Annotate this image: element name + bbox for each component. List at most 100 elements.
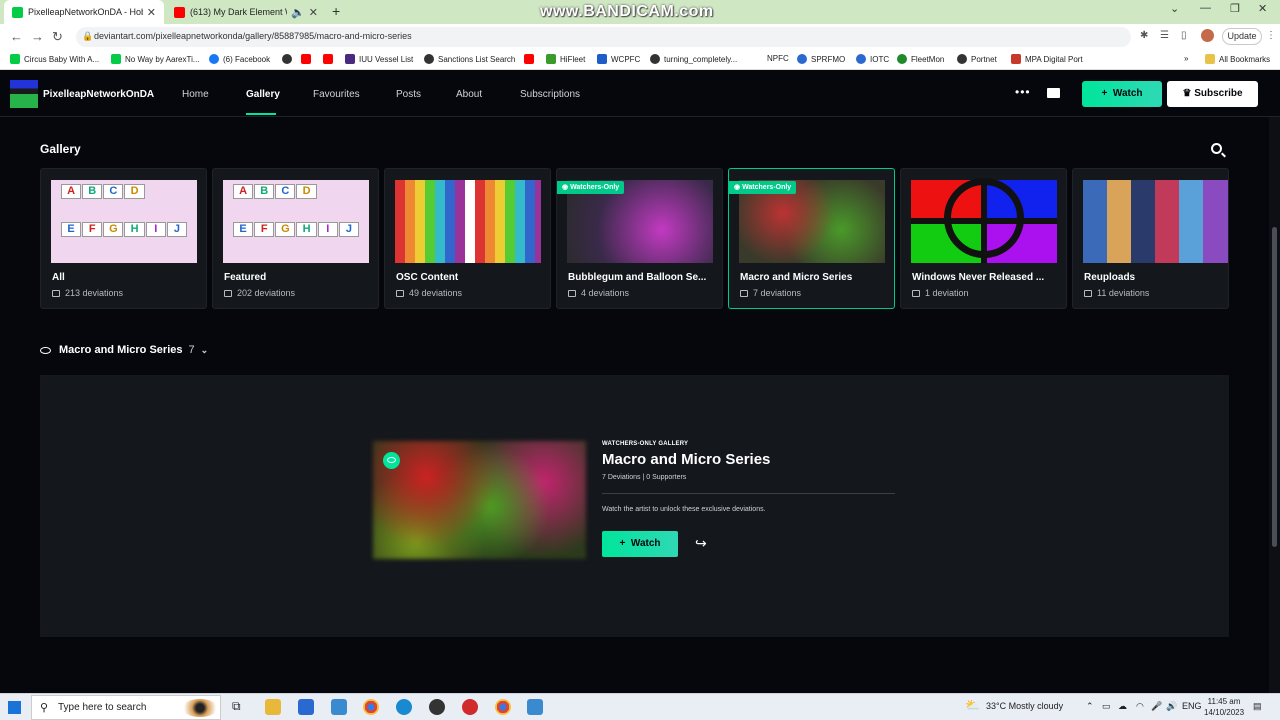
weather-icon[interactable]: ⛅ bbox=[965, 698, 980, 712]
extensions-icon[interactable]: ✱ bbox=[1140, 30, 1148, 41]
bookmarks-overflow-icon[interactable]: » bbox=[1184, 54, 1188, 63]
task-view-icon[interactable]: ⧉ bbox=[232, 699, 248, 715]
user-avatar[interactable] bbox=[10, 80, 38, 108]
chrome-icon[interactable] bbox=[495, 699, 511, 715]
minimize-icon[interactable]: — bbox=[1200, 2, 1211, 14]
watch-unlock-button[interactable]: + Watch bbox=[602, 531, 678, 557]
bookmarks-bar: Circus Baby With A... No Way by AarexTi.… bbox=[0, 50, 1280, 70]
file-explorer-icon[interactable] bbox=[265, 699, 281, 715]
bookmark[interactable] bbox=[282, 54, 296, 64]
tab-deviantart[interactable]: PixelleapNetworkOnDA - Hobby ✕ bbox=[4, 0, 164, 24]
folder-name: All bbox=[52, 272, 65, 283]
store-icon[interactable] bbox=[298, 699, 314, 715]
tab-close-icon[interactable]: ✕ bbox=[147, 6, 156, 19]
page-scrollbar[interactable] bbox=[1269, 117, 1280, 693]
folder-card-bubblegum[interactable]: ◉ Watchers-Only Bubblegum and Balloon Se… bbox=[556, 168, 723, 309]
bookmark[interactable]: IUU Vessel List bbox=[345, 54, 413, 64]
nav-home[interactable]: Home bbox=[182, 89, 209, 100]
clock-time: 11:45 am bbox=[1207, 697, 1241, 706]
folder-card-osc-content[interactable]: OSC Content 49 deviations bbox=[384, 168, 551, 309]
bookmark[interactable]: FleetMon bbox=[897, 54, 944, 64]
folder-name: Macro and Micro Series bbox=[740, 272, 853, 283]
wifi-icon[interactable]: ◠ bbox=[1136, 701, 1144, 712]
app-icon[interactable] bbox=[429, 699, 445, 715]
nav-favourites[interactable]: Favourites bbox=[313, 89, 360, 100]
chevron-down-icon[interactable]: ⌄ bbox=[201, 345, 209, 356]
back-icon[interactable]: ← bbox=[10, 29, 23, 44]
bookmark[interactable]: NPFC bbox=[767, 54, 789, 63]
watch-button[interactable]: + Watch bbox=[1082, 81, 1162, 107]
profile-avatar[interactable] bbox=[1201, 29, 1214, 42]
bookmark[interactable]: HiFleet bbox=[546, 54, 585, 64]
bookmark[interactable]: (6) Facebook bbox=[209, 54, 270, 64]
taskbar-search[interactable]: ⚲ Type here to search bbox=[31, 695, 221, 720]
scrollbar-thumb[interactable] bbox=[1272, 227, 1277, 547]
folder-card-windows[interactable]: Windows Never Released ... 1 deviation bbox=[900, 168, 1067, 309]
nav-subscriptions[interactable]: Subscriptions bbox=[520, 89, 580, 100]
volume-icon[interactable]: 🔊 bbox=[1166, 701, 1177, 712]
blurred-preview bbox=[373, 441, 586, 559]
close-window-icon[interactable]: ✕ bbox=[1258, 2, 1267, 15]
notifications-icon[interactable]: ▤ bbox=[1253, 701, 1262, 712]
watchers-only-badge: ◉ Watchers-Only bbox=[729, 181, 797, 194]
weather-text[interactable]: 33°C Mostly cloudy bbox=[986, 701, 1063, 711]
bookmark[interactable]: No Way by AarexTi... bbox=[111, 54, 200, 64]
search-icon[interactable] bbox=[1211, 143, 1222, 154]
username[interactable]: PixelleapNetworkOnDA bbox=[43, 89, 154, 100]
cloud-icon[interactable]: ☁ bbox=[1118, 701, 1127, 712]
restore-icon[interactable]: ❐ bbox=[1230, 2, 1240, 15]
eye-icon: ◉ bbox=[562, 184, 571, 191]
folder-card-reuploads[interactable]: Reuploads 11 deviations bbox=[1072, 168, 1229, 309]
bookmark[interactable] bbox=[323, 54, 337, 64]
bookmark[interactable]: WCPFC bbox=[597, 54, 640, 64]
tab-list-icon[interactable]: ⌄ bbox=[1170, 2, 1179, 15]
sidebar-icon[interactable]: ▯ bbox=[1181, 30, 1187, 41]
url-field[interactable]: 🔒 deviantart.com/pixelleapnetworkonda/ga… bbox=[76, 27, 1131, 47]
bookmark[interactable] bbox=[524, 54, 538, 64]
chevron-up-icon[interactable]: ⌃ bbox=[1086, 701, 1094, 712]
subscribe-button[interactable]: ♛ Subscribe bbox=[1167, 81, 1258, 107]
all-bookmarks[interactable]: All Bookmarks bbox=[1205, 54, 1270, 64]
app-icon[interactable] bbox=[527, 699, 543, 715]
lock-icon[interactable]: 🔒 bbox=[82, 31, 93, 42]
tab-youtube[interactable]: (613) My Dark Element Wor 🔈 ✕ bbox=[166, 0, 326, 24]
bookmark[interactable]: Sanctions List Search bbox=[424, 54, 515, 64]
folder-thumbnail bbox=[911, 178, 1057, 263]
share-icon[interactable]: ↪ bbox=[695, 535, 707, 552]
mic-icon[interactable]: 🎤 bbox=[1151, 701, 1162, 712]
bookmark[interactable]: turning_completely... bbox=[650, 54, 737, 64]
nav-posts[interactable]: Posts bbox=[396, 89, 421, 100]
new-tab-button[interactable]: + bbox=[332, 3, 340, 19]
reading-list-icon[interactable]: ☰ bbox=[1160, 30, 1169, 41]
bookmark[interactable]: IOTC bbox=[856, 54, 889, 64]
folder-card-featured[interactable]: ABCD.. EFGHIJ Featured 202 deviations bbox=[212, 168, 379, 309]
windows-start-icon[interactable] bbox=[8, 701, 21, 714]
menu-icon[interactable]: ⋮ bbox=[1266, 30, 1276, 41]
edge-icon[interactable] bbox=[396, 699, 412, 715]
network-icon[interactable]: ▭ bbox=[1102, 701, 1111, 712]
chrome-icon[interactable] bbox=[363, 699, 379, 715]
plus-icon: + bbox=[1101, 88, 1113, 99]
bookmark[interactable]: Portnet bbox=[957, 54, 997, 64]
section-heading[interactable]: Macro and Micro Series 7 ⌄ bbox=[40, 344, 208, 356]
clock[interactable]: 11:45 am 14/10/2023 bbox=[1204, 696, 1244, 718]
tab-audio-icon[interactable]: 🔈 bbox=[291, 6, 305, 19]
more-options-icon[interactable]: ••• bbox=[1015, 85, 1031, 99]
forward-icon[interactable]: → bbox=[31, 29, 44, 44]
folder-card-all[interactable]: ABCD.. EFGHIJ All 213 deviations bbox=[40, 168, 207, 309]
bookmark[interactable] bbox=[301, 54, 315, 64]
bookmark[interactable]: MPA Digital Port bbox=[1011, 54, 1083, 64]
bookmark[interactable]: Circus Baby With A... bbox=[10, 54, 99, 64]
tab-close-icon[interactable]: ✕ bbox=[309, 6, 318, 19]
folder-thumbnail bbox=[1083, 180, 1228, 263]
record-icon[interactable] bbox=[462, 699, 478, 715]
mail-icon[interactable] bbox=[1047, 88, 1060, 98]
bookmark[interactable]: SPRFMO bbox=[797, 54, 845, 64]
nav-about[interactable]: About bbox=[456, 89, 482, 100]
update-button[interactable]: Update bbox=[1222, 28, 1262, 45]
folder-card-macro-micro[interactable]: ◉ Watchers-Only Macro and Micro Series 7… bbox=[728, 168, 895, 309]
reload-icon[interactable]: ↻ bbox=[52, 29, 63, 45]
nav-gallery[interactable]: Gallery bbox=[246, 89, 280, 100]
mail-app-icon[interactable] bbox=[331, 699, 347, 715]
language-indicator[interactable]: ENG bbox=[1182, 701, 1202, 711]
